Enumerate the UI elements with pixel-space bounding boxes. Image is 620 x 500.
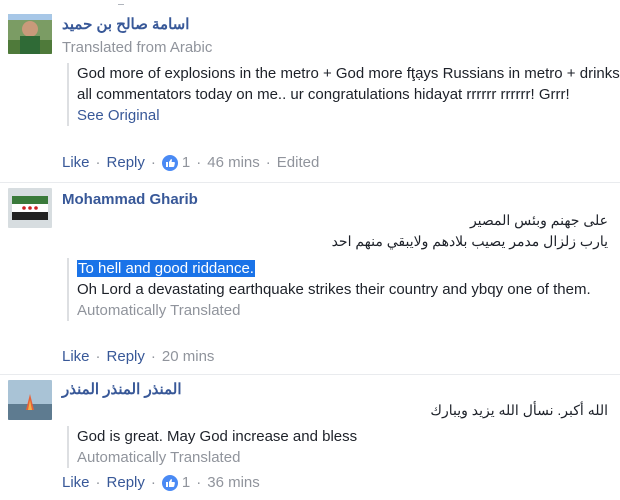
reaction-count[interactable]: 1 — [182, 474, 190, 491]
comment-author[interactable]: اسامة صالح بن حميد — [62, 15, 189, 33]
comment-text: God is great. May God increase and bless — [77, 428, 358, 445]
original-line: الله أكبر. نسأل الله يزيد ويبارك — [430, 402, 608, 418]
avatar[interactable] — [8, 380, 52, 420]
previous-comment-fragment — [0, 0, 620, 6]
timestamp[interactable]: 20 mins — [162, 348, 215, 365]
translated-text: To hell and good riddance. Oh Lord a dev… — [67, 258, 620, 321]
comment-actions: Like · Reply · 1 · 36 mins — [62, 474, 260, 491]
auto-translated-label: Automatically Translated — [77, 302, 241, 319]
avatar[interactable] — [8, 188, 52, 228]
comment-text: God more of explosions in the metro + Go… — [77, 65, 620, 103]
auto-translated-label: Automatically Translated — [77, 449, 241, 466]
reaction-count[interactable]: 1 — [182, 154, 190, 171]
timestamp[interactable]: 36 mins — [207, 474, 260, 491]
comment-text: Oh Lord a devastating earthquake strikes… — [77, 281, 591, 298]
avatar[interactable] — [8, 14, 52, 54]
comment-actions: Like · Reply · 20 mins — [62, 348, 215, 365]
divider — [0, 374, 620, 375]
thumbs-up-icon[interactable] — [161, 474, 178, 491]
divider — [0, 182, 620, 183]
like-button[interactable]: Like — [62, 154, 90, 171]
like-button[interactable]: Like — [62, 348, 90, 365]
comment-author[interactable]: المنذر المنذر المنذر — [62, 380, 182, 398]
reply-button[interactable]: Reply — [107, 348, 145, 365]
translated-text: God is great. May God increase and bless… — [67, 426, 620, 468]
original-line: يارب زلزال مدمر يصيب بلادهم ولايبقي منهم… — [331, 233, 608, 249]
see-original-link[interactable]: See Original — [77, 105, 620, 126]
edited-label[interactable]: Edited — [277, 154, 320, 171]
original-text: على جهنم وبئس المصير يارب زلزال مدمر يصي… — [332, 210, 608, 252]
original-text: الله أكبر. نسأل الله يزيد ويبارك — [430, 400, 608, 421]
original-line: على جهنم وبئس المصير — [469, 212, 608, 228]
translated-from-label: Translated from Arabic — [62, 39, 213, 56]
like-button[interactable]: Like — [62, 474, 90, 491]
comment-author[interactable]: Mohammad Gharib — [62, 191, 198, 208]
comment-actions: Like · Reply · 1 · 46 mins · Edited — [62, 154, 320, 171]
timestamp[interactable]: 46 mins — [207, 154, 260, 171]
reply-button[interactable]: Reply — [107, 474, 145, 491]
translated-text: God more of explosions in the metro + Go… — [67, 63, 620, 126]
highlighted-text: To hell and good riddance. — [77, 260, 255, 277]
reply-button[interactable]: Reply — [107, 154, 145, 171]
thumbs-up-icon[interactable] — [161, 154, 178, 171]
